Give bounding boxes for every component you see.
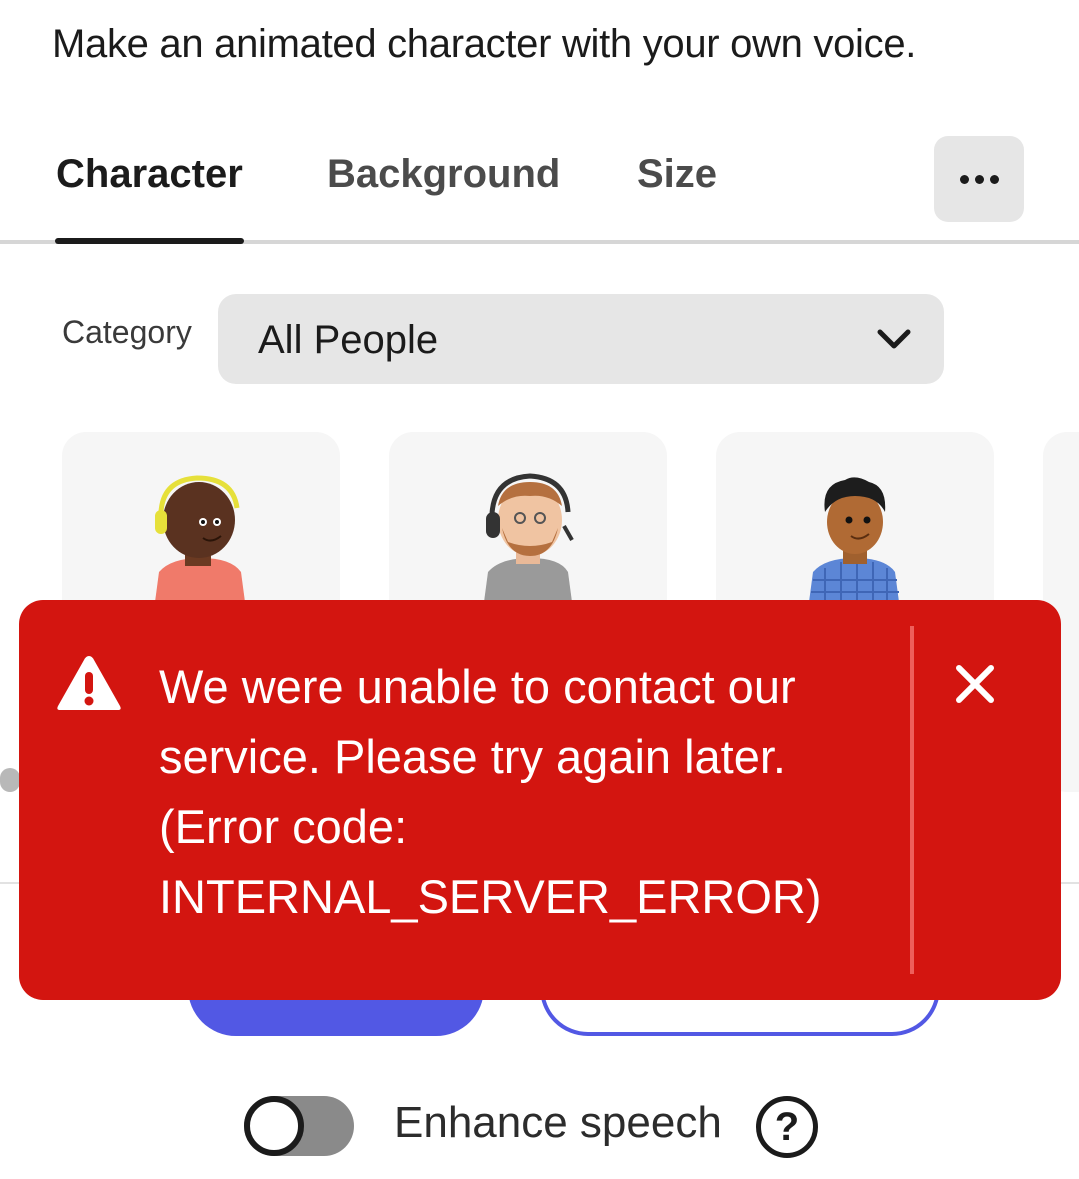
error-toast: We were unable to contact our service. P… xyxy=(19,600,1061,1000)
scroll-indicator xyxy=(0,768,20,792)
tab-size[interactable]: Size xyxy=(637,152,717,197)
more-options-button[interactable] xyxy=(934,136,1024,222)
enhance-speech-toggle[interactable] xyxy=(244,1096,354,1156)
toast-message: We were unable to contact our service. P… xyxy=(159,652,859,932)
toast-message-line: (Error code: xyxy=(159,800,408,853)
toast-message-line: We were unable to contact our xyxy=(159,660,796,713)
character-headset-bearded-icon xyxy=(484,473,574,602)
more-horizontal-icon xyxy=(959,174,999,184)
tab-background[interactable]: Background xyxy=(327,152,560,197)
category-dropdown[interactable]: All People xyxy=(218,294,944,384)
toggle-knob xyxy=(244,1096,304,1156)
toast-message-line: INTERNAL_SERVER_ERROR) xyxy=(159,870,822,923)
help-icon[interactable]: ? xyxy=(756,1096,818,1158)
toast-separator xyxy=(910,626,914,974)
close-icon[interactable] xyxy=(949,658,1001,710)
toast-message-line: service. Please try again later. xyxy=(159,730,786,783)
tab-character[interactable]: Character xyxy=(56,152,243,197)
enhance-speech-label: Enhance speech xyxy=(394,1098,722,1147)
chevron-down-icon xyxy=(877,329,911,349)
category-label: Category xyxy=(62,314,192,350)
character-headset-red-shirt-icon xyxy=(155,475,245,602)
active-tab-indicator xyxy=(55,238,244,244)
tab-bar: Character Background Size xyxy=(0,130,1079,244)
warning-icon xyxy=(57,656,121,710)
page-headline: Make an animated character with your own… xyxy=(52,22,917,66)
category-selected-value: All People xyxy=(258,318,439,362)
character-blue-plaid-shirt-icon xyxy=(809,477,899,602)
